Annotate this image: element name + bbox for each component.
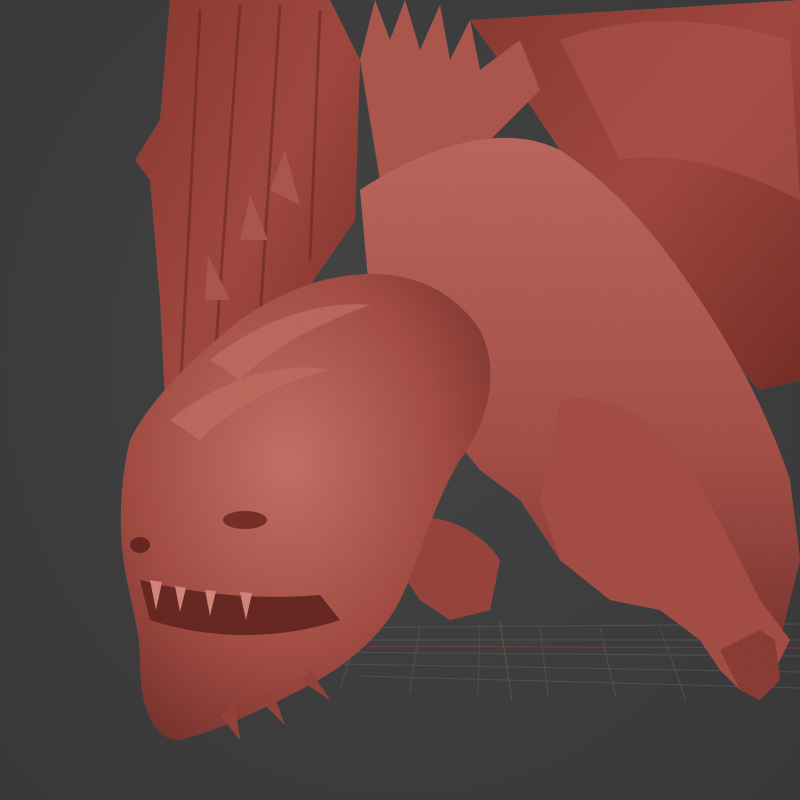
3d-viewport[interactable] xyxy=(0,0,800,800)
grid-y-axis xyxy=(499,621,513,701)
dragon-eye xyxy=(223,511,267,529)
dragon-nostril xyxy=(130,537,150,553)
dragon-model[interactable] xyxy=(120,0,800,740)
viewport-canvas[interactable] xyxy=(0,0,800,800)
